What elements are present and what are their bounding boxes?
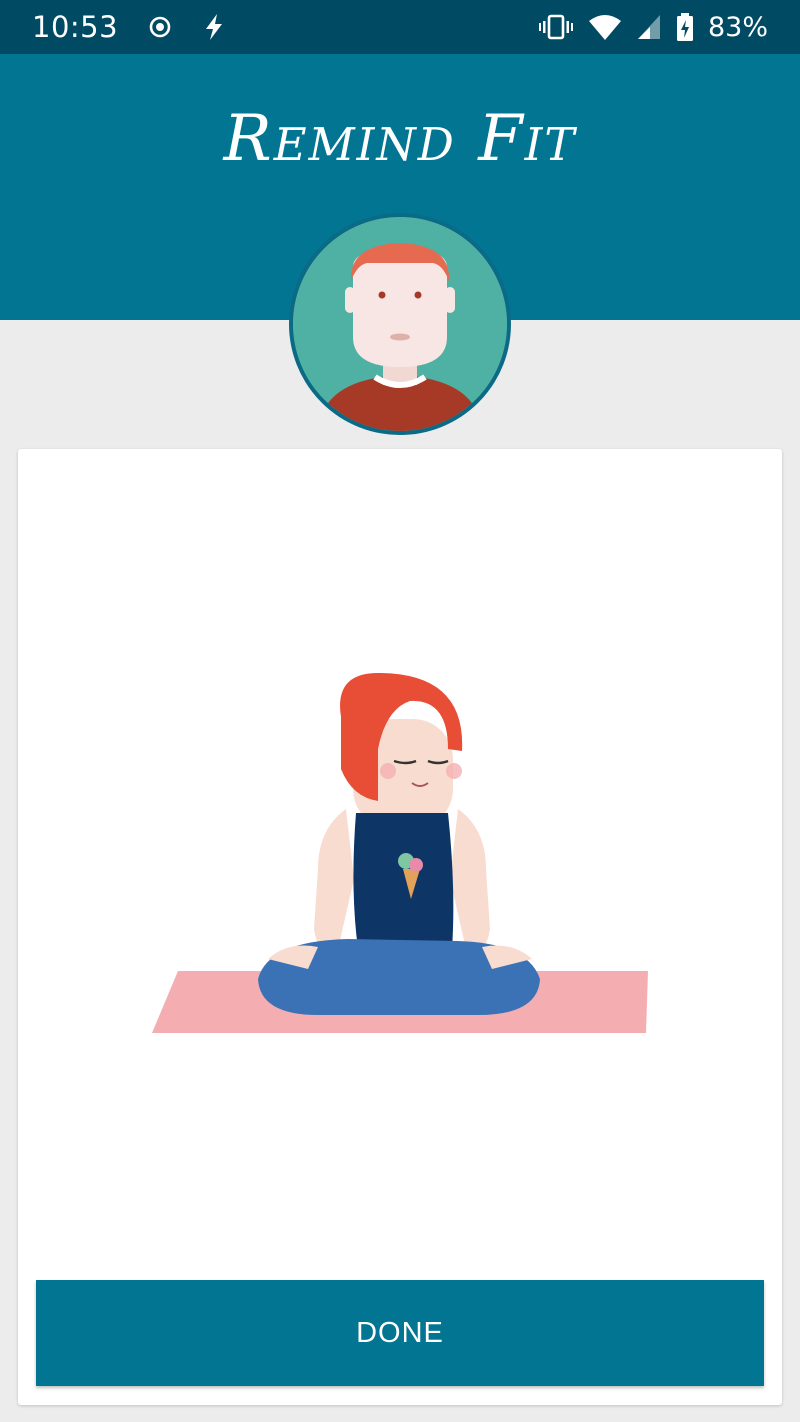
done-button[interactable]: DONE <box>36 1280 764 1386</box>
user-avatar[interactable] <box>289 213 511 435</box>
status-left: 10:53 <box>32 10 226 44</box>
exercise-card: DONE <box>18 449 782 1405</box>
meditation-pose-illustration <box>152 673 648 1033</box>
battery-percent: 83% <box>707 11 768 43</box>
status-bar: 10:53 83% <box>0 0 800 54</box>
avatar-illustration <box>293 217 507 431</box>
target-icon <box>148 15 172 39</box>
flash-icon <box>202 13 226 41</box>
status-right: 83% <box>538 12 768 43</box>
battery-charging-icon <box>676 12 694 42</box>
app-title: Remind Fit <box>223 102 577 176</box>
vibrate-icon <box>538 13 574 41</box>
wifi-icon <box>588 13 622 41</box>
signal-icon <box>636 13 662 41</box>
status-time: 10:53 <box>32 10 119 44</box>
